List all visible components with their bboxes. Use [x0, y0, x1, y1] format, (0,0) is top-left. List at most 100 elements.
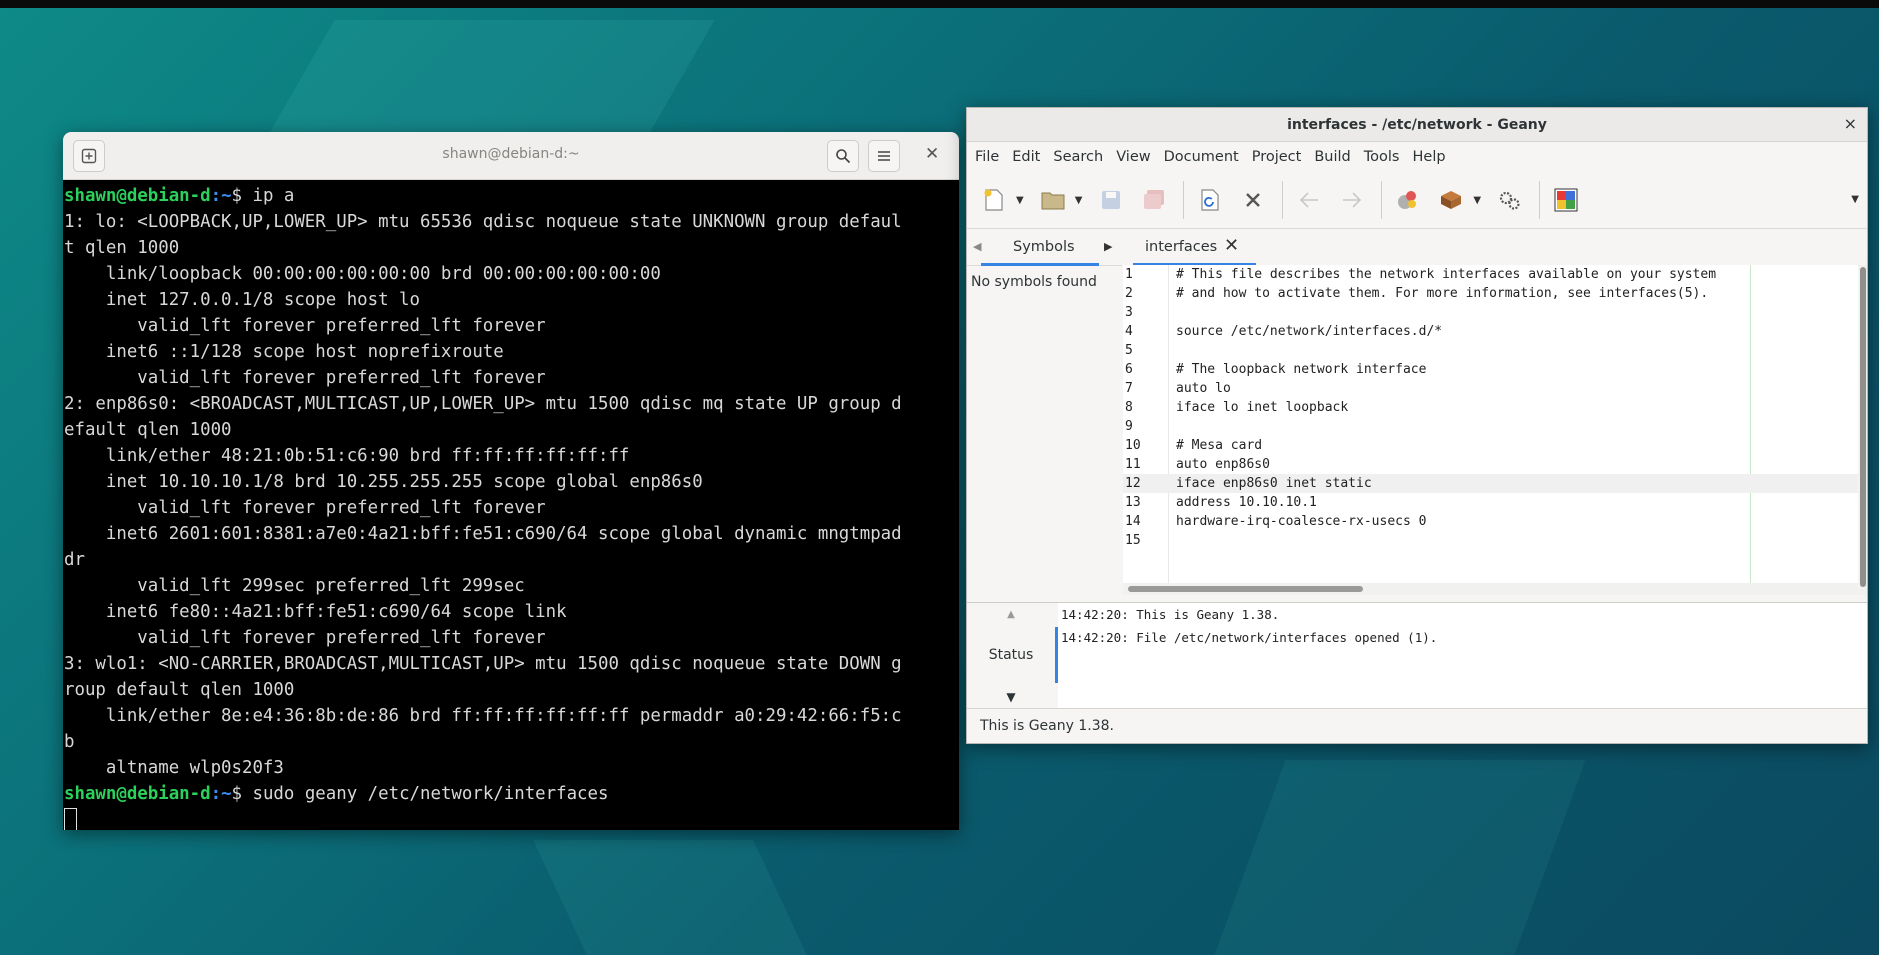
scroll-thumb[interactable] — [1860, 267, 1866, 587]
menu-build[interactable]: Build — [1314, 149, 1350, 165]
scroll-thumb[interactable] — [1128, 586, 1363, 592]
code-line: 5 — [1123, 341, 1858, 360]
new-file-dropdown-icon[interactable]: ▼ — [1016, 195, 1024, 206]
top-panel — [0, 0, 1879, 8]
line-number: 10 — [1125, 438, 1141, 453]
menu-button[interactable] — [868, 140, 900, 172]
open-file-dropdown-icon[interactable]: ▼ — [1075, 195, 1083, 206]
terminal-line: valid_lft forever preferred_lft forever — [64, 368, 546, 388]
command-text: $ sudo geany /etc/network/interfaces — [231, 784, 609, 804]
terminal-line: dr — [64, 550, 85, 570]
sidebar-prev-icon[interactable]: ◀ — [973, 240, 981, 253]
build-button[interactable] — [1434, 183, 1468, 217]
close-file-button[interactable] — [1236, 183, 1270, 217]
code-line: 6 # The loopback network interface — [1123, 360, 1858, 379]
save-button[interactable] — [1094, 183, 1128, 217]
line-number: 15 — [1125, 533, 1141, 548]
menu-tools[interactable]: Tools — [1364, 149, 1400, 165]
terminal-line: inet6 2601:601:8381:a7e0:4a21:bff:fe51:c… — [64, 524, 902, 544]
tab-close-icon[interactable]: ✕ — [1224, 235, 1239, 256]
reload-icon — [1201, 189, 1220, 211]
editor[interactable]: interfaces ✕ 1 # This file describes the … — [1123, 229, 1867, 600]
terminal-line: valid_lft 299sec preferred_lft 299sec — [64, 576, 525, 596]
horizontal-scrollbar[interactable] — [1123, 583, 1858, 595]
wallpaper-shard — [533, 840, 807, 955]
tab-status[interactable]: Status — [967, 647, 1055, 663]
terminal-scrollbar[interactable] — [947, 180, 959, 830]
new-file-button[interactable] — [977, 183, 1011, 217]
search-button[interactable] — [827, 140, 859, 172]
line-text: # The loopback network interface — [1176, 362, 1427, 377]
menu-file[interactable]: File — [975, 149, 999, 165]
code-area[interactable]: 1 # This file describes the network inter… — [1123, 265, 1858, 583]
menu-view[interactable]: View — [1116, 149, 1150, 165]
menu-document[interactable]: Document — [1164, 149, 1239, 165]
sidebar-tabs: ◀ Symbols ▶ — [967, 229, 1122, 266]
menu-search[interactable]: Search — [1053, 149, 1103, 165]
tab-active-indicator — [981, 263, 1099, 266]
line-text: auto lo — [1176, 381, 1231, 396]
code-line: 9 — [1123, 417, 1858, 436]
terminal-line: 3: wlo1: <NO-CARRIER,BROADCAST,MULTICAST… — [64, 654, 902, 674]
terminal-line: efault qlen 1000 — [64, 420, 232, 440]
line-number: 8 — [1125, 400, 1133, 415]
toolbar-overflow-icon[interactable]: ▼ — [1851, 194, 1859, 205]
execute-button[interactable] — [1493, 183, 1527, 217]
close-button[interactable]: ✕ — [925, 144, 939, 164]
window-close-button[interactable]: × — [1844, 114, 1857, 133]
prompt-user: shawn@debian-d — [64, 186, 211, 206]
forward-button[interactable] — [1335, 183, 1369, 217]
open-file-button[interactable] — [1036, 183, 1070, 217]
line-number: 1 — [1125, 267, 1133, 282]
code-line: 2 # and how to activate them. For more in… — [1123, 284, 1858, 303]
terminal-line: shawn@debian-d:~$ sudo geany /etc/networ… — [64, 781, 959, 807]
terminal-line: valid_lft forever preferred_lft forever — [64, 498, 546, 518]
line-text: hardware-irq-coalesce-rx-usecs 0 — [1176, 514, 1427, 529]
tab-interfaces[interactable]: interfaces — [1145, 239, 1217, 255]
line-number: 11 — [1125, 457, 1141, 472]
tab-symbols[interactable]: Symbols — [1013, 239, 1075, 255]
tab-scroll-up-icon[interactable]: ▲ — [967, 609, 1055, 620]
terminal-line — [64, 807, 959, 830]
statusbar: This is Geany 1.38. — [967, 708, 1867, 744]
line-text: # Mesa card — [1176, 438, 1263, 453]
compile-button[interactable] — [1391, 183, 1425, 217]
color-chooser-button[interactable] — [1549, 183, 1583, 217]
color-chooser-icon — [1554, 188, 1578, 212]
log-line: 14:42:20: File /etc/network/interfaces o… — [1061, 630, 1438, 645]
save-all-button[interactable] — [1137, 183, 1171, 217]
sidebar-next-icon[interactable]: ▶ — [1104, 240, 1112, 253]
terminal-line: inet6 fe80::4a21:bff:fe51:c690/64 scope … — [64, 602, 567, 622]
vertical-scrollbar[interactable] — [1859, 265, 1867, 595]
prompt-path: :~ — [210, 186, 232, 206]
forward-arrow-icon — [1343, 192, 1362, 208]
search-icon — [836, 149, 851, 164]
line-number: 13 — [1125, 495, 1141, 510]
tab-scroll-down-icon[interactable]: ▼ — [967, 690, 1055, 704]
geany-window[interactable]: interfaces - /etc/network - Geany × File… — [966, 107, 1868, 744]
terminal-line: t qlen 1000 — [64, 238, 180, 258]
terminal-line: link/loopback 00:00:00:00:00:00 brd 00:0… — [64, 264, 661, 284]
terminal-line: inet 10.10.10.1/8 brd 10.255.255.255 sco… — [64, 472, 703, 492]
terminal-line: 2: enp86s0: <BROADCAST,MULTICAST,UP,LOWE… — [64, 394, 902, 414]
save-icon — [1102, 191, 1121, 209]
build-dropdown-icon[interactable]: ▼ — [1473, 195, 1481, 206]
menu-help[interactable]: Help — [1413, 149, 1446, 165]
terminal-output[interactable]: shawn@debian-d:~$ ip a 1: lo: <LOOPBACK,U… — [63, 180, 959, 830]
toolbar-separator — [1282, 181, 1284, 219]
terminal-window[interactable]: shawn@debian-d:~ ✕ shawn@debian-d:~$ ip … — [63, 132, 959, 830]
menu-project[interactable]: Project — [1252, 149, 1302, 165]
statusbar-text: This is Geany 1.38. — [980, 718, 1114, 734]
command-text: $ ip a — [231, 186, 295, 206]
menu-edit[interactable]: Edit — [1012, 149, 1040, 165]
terminal-title: shawn@debian-d:~ — [442, 146, 580, 162]
back-button[interactable] — [1292, 183, 1326, 217]
status-log[interactable]: 14:42:20: This is Geany 1.38. 14:42:20: … — [1058, 603, 1867, 708]
terminal-line: valid_lft forever preferred_lft forever — [64, 628, 546, 648]
line-text: iface lo inet loopback — [1176, 400, 1349, 415]
wallpaper-shard — [1214, 760, 1586, 955]
code-line: 15 — [1123, 531, 1858, 550]
reload-button[interactable] — [1193, 183, 1227, 217]
menubar: File Edit Search View Document Project B… — [967, 142, 1867, 172]
sidebar: ◀ Symbols ▶ No symbols found — [967, 229, 1122, 600]
